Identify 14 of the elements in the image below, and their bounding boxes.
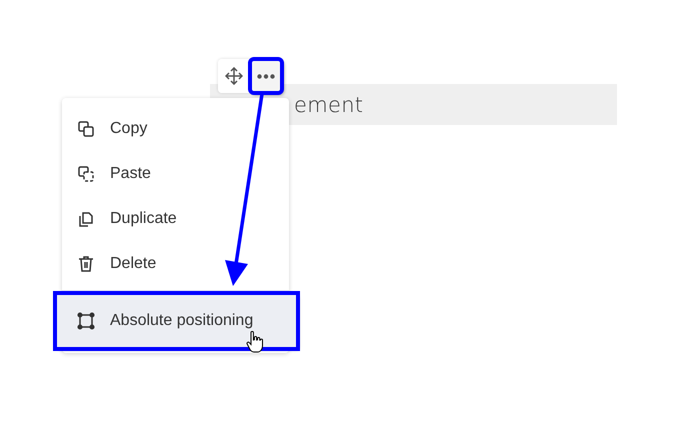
- menu-item[interactable]: Duplicate: [62, 196, 289, 241]
- menu-item[interactable]: Paste: [62, 151, 289, 196]
- move-icon: [225, 67, 243, 85]
- menu-item[interactable]: Copy: [62, 106, 289, 151]
- frame-icon: [76, 311, 96, 331]
- menu-item[interactable]: Delete: [62, 241, 289, 286]
- paste-icon: [76, 164, 96, 184]
- text-element: ement: [294, 92, 364, 116]
- move-button[interactable]: [218, 59, 250, 93]
- menu-item[interactable]: Absolute positioning: [57, 295, 296, 347]
- more-icon: [257, 74, 275, 78]
- more-button[interactable]: [250, 59, 282, 93]
- copy-icon: [76, 118, 96, 138]
- trash-icon: [76, 254, 96, 274]
